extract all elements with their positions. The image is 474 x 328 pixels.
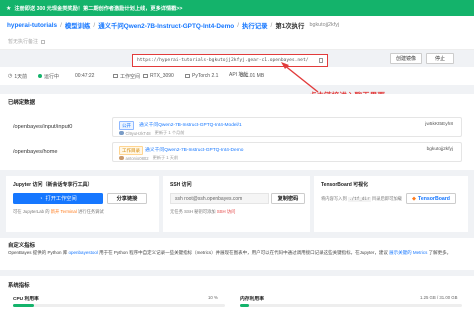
tb-hint-prefix: 将内容写入到 (321, 196, 347, 201)
cpu-progress-fill (13, 304, 35, 307)
ssh-title: SSH 访问 (170, 182, 192, 188)
public-tag: 公开 (119, 121, 134, 130)
jupyter-icon: ◔ (39, 195, 43, 202)
system-metrics-title: 系统指标 (8, 283, 30, 289)
jupyter-title: Jupyter 访问（新会话专享行工具） (13, 182, 93, 188)
owner-name: Cl9yuHzkT48 (125, 130, 151, 136)
hint-prefix: 可在 JupyterLab 的 (13, 209, 50, 214)
open-workspace-button[interactable]: ◔ 打开工作空间 (13, 193, 103, 204)
mount-card[interactable]: 工作目录 通义千问Qwen2-7B-Instruct-GPTQ-Int4-Dem… (112, 142, 462, 162)
mount-card[interactable]: 公开 通义千问Qwen2-7B-Instruct-GPTQ-Int4-Model… (112, 117, 462, 137)
ssh-access-link[interactable]: SSH 访问 (217, 209, 236, 214)
memory-value: 1.25 GB / 31.00 GB (420, 295, 458, 300)
jupyter-card: Jupyter 访问（新会话专享行工具） ◔ 打开工作空间 分享链接 可在 Ju… (6, 176, 159, 232)
mount-row: /openbayes/input/input0 公开 通义千问Qwen2-7B-… (0, 116, 474, 138)
custom-metrics-header: 自定义指标 (0, 238, 474, 250)
copy-password-button[interactable]: 复制密码 (271, 193, 305, 204)
hint-suffix: 进行任务调试 (77, 209, 104, 214)
share-link-button[interactable]: 分享链接 (107, 193, 147, 204)
tensorboard-title: TensorBoard 可视化 (321, 182, 369, 188)
workdir-tag: 工作目录 (119, 146, 143, 155)
ssh-card: SSH 访问 ssh root@ssh.openbayes.com 复制密码 无… (163, 176, 310, 232)
tensorboard-label: TensorBoard (418, 195, 450, 202)
dataset-link[interactable]: 通义千问Qwen2-7B-Instruct-GPTQ-Int4-Model/1 (139, 121, 242, 128)
owner-name: antonio0802 (125, 155, 149, 161)
metrics-text-middle: 用于在 Python 程序中自定义记录一些关键指标（metrics）并展现在图表… (99, 250, 388, 255)
updated-text: 更新于 1 个月前 (154, 130, 185, 135)
cpu-value: 10 % (208, 295, 218, 300)
openbayestool-link[interactable]: openbayestool (69, 250, 98, 255)
metrics-text-suffix: 了解更多。 (428, 250, 452, 255)
metrics-text-prefix: OpenBayes 提供的 Python 库 (8, 250, 68, 255)
tb-dir-code: ./tf_dir (347, 197, 371, 202)
mount-id: bgkutojj2kfyj (426, 147, 453, 152)
tensorboard-card: TensorBoard 可视化 将内容写入到 ./tf_dir 目录后即可加载 … (314, 176, 468, 232)
memory-progress-bar (240, 304, 462, 307)
ssh-hint-text: 无任务 SSH 秘钥可添加 (170, 209, 216, 214)
mount-meta: antonio0802 更新于 1 天前 (119, 155, 178, 161)
open-workspace-label: 打开工作空间 (45, 196, 77, 202)
tensorboard-button[interactable]: ◆ TensorBoard (406, 193, 456, 204)
tensorboard-hint: 将内容写入到 ./tf_dir 目录后即可加载 (321, 196, 402, 202)
mount-meta: Cl9yuHzkT48 更新于 1 个月前 (119, 130, 184, 136)
ssh-command-field[interactable]: ssh root@ssh.openbayes.com (170, 193, 269, 204)
cpu-progress-bar (13, 304, 225, 307)
terminal-link[interactable]: 新开 Terminal (51, 209, 77, 214)
custom-metrics-title: 自定义指标 (8, 243, 35, 249)
avatar (119, 155, 124, 161)
jupyter-hint: 可在 JupyterLab 的 新开 Terminal 进行任务调试 (13, 209, 104, 215)
workdir-link[interactable]: 通义千问Qwen2-7B-Instruct-GPTQ-Int4-Demo (145, 146, 243, 153)
mounted-data-title: 已绑定数据 (8, 100, 35, 106)
custom-metrics-description: OpenBayes 提供的 Python 库 openbayestool 用于在… (0, 250, 474, 270)
cpu-label: CPU 利用率 (13, 297, 39, 302)
avatar (119, 130, 124, 136)
mount-id: jw5kKt5Eyh8 (425, 122, 453, 127)
updated-text: 更新于 1 天前 (152, 155, 179, 160)
mount-path: /openbayes/home (13, 149, 58, 155)
tensorboard-icon: ◆ (412, 195, 417, 202)
metrics-docs-link[interactable]: 展示关键的 Metrics (389, 250, 427, 255)
memory-progress-fill (240, 304, 249, 307)
ssh-hint: 无任务 SSH 秘钥可添加 SSH 访问 (170, 209, 235, 215)
memory-label: 内存利用率 (240, 297, 264, 302)
system-metrics-section: 系统指标 CPU 利用率 10 % 内存利用率 1.25 GB / 31.00 … (0, 276, 474, 328)
tb-hint-suffix: 目录后即可加载 (371, 196, 402, 201)
mount-path: /openbayes/input/input0 (13, 124, 73, 130)
mount-row: /openbayes/home 工作目录 通义千问Qwen2-7B-Instru… (0, 141, 474, 163)
